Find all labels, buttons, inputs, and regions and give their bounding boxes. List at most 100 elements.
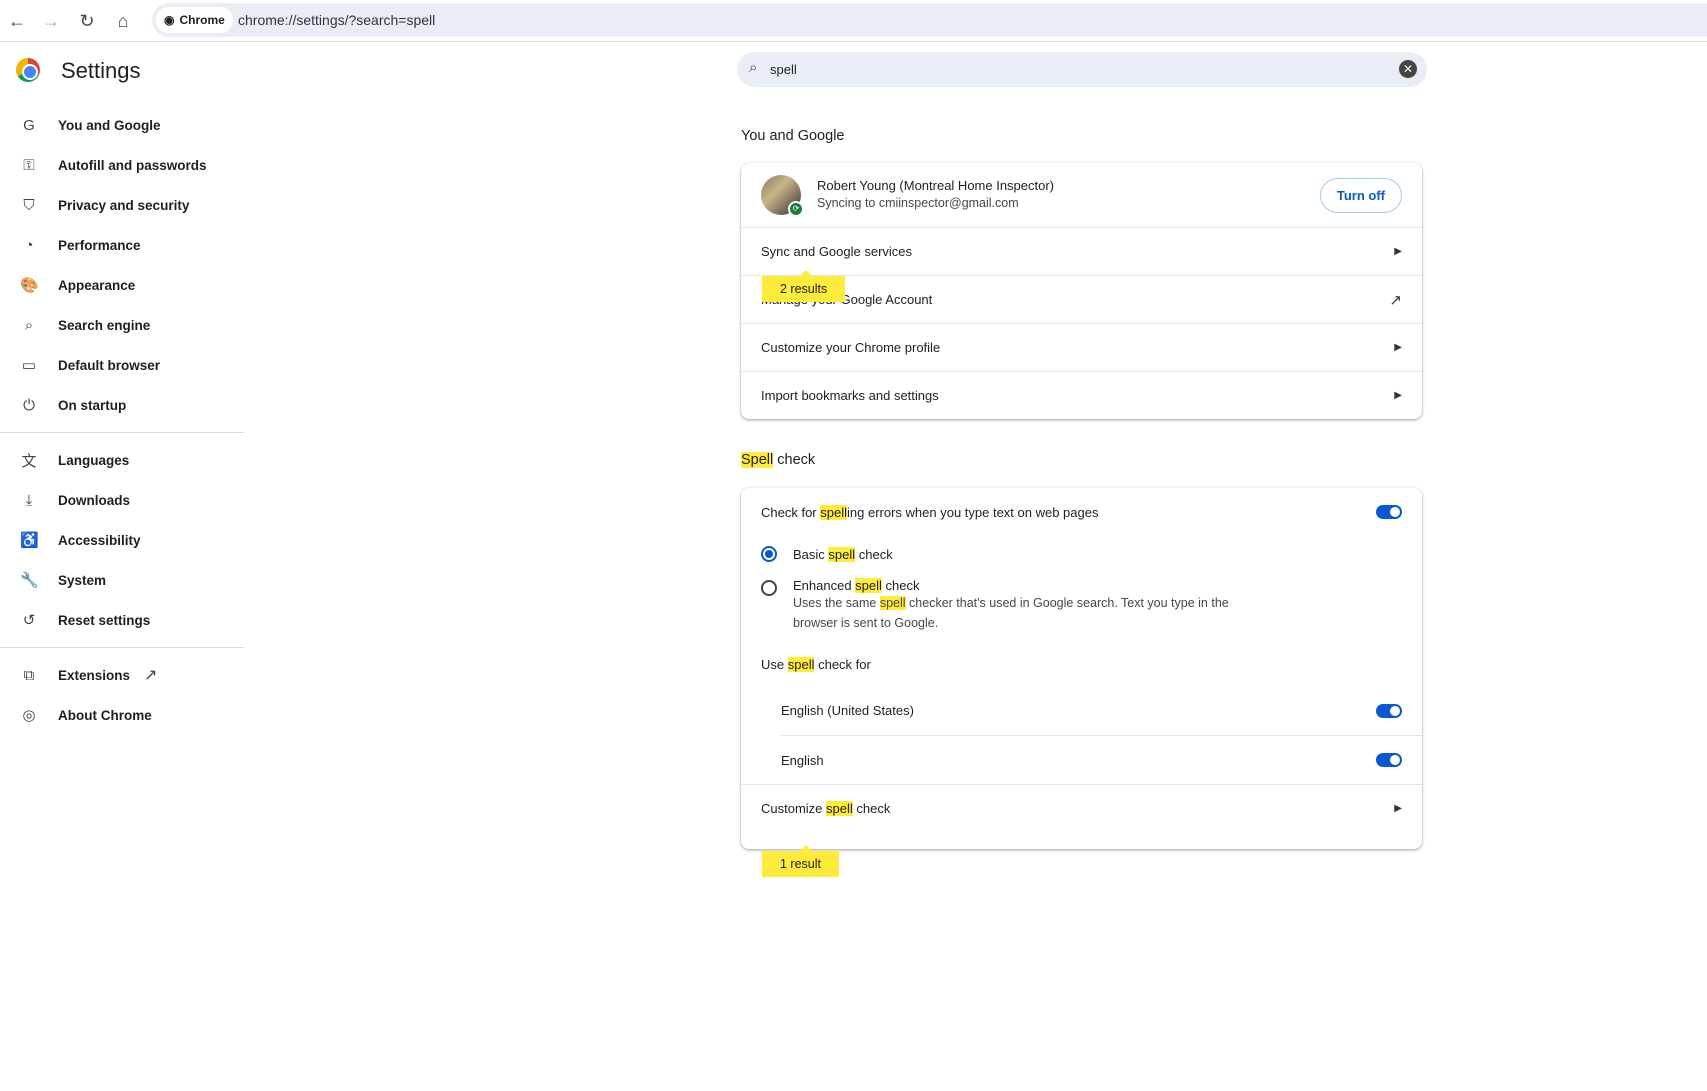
option-description: Uses the same spell checker that's used … — [793, 596, 1229, 630]
sidebar-item-label: You and Google — [58, 117, 161, 133]
avatar: ⟳ — [761, 175, 804, 217]
address-bar[interactable]: ◉ Chrome chrome://settings/?search=spell — [152, 3, 1707, 37]
language-row-en-us[interactable]: English (United States) — [781, 686, 1422, 735]
sidebar-item-about-chrome[interactable]: ◎ About Chrome — [0, 695, 244, 735]
chip-label: Chrome — [179, 13, 225, 27]
basic-spell-check-option[interactable]: Basic spell check — [741, 536, 1422, 572]
sidebar-icon: G — [23, 116, 35, 134]
sync-icon: ⟳ — [788, 201, 804, 217]
arrow-right-icon: ▶ — [1394, 342, 1402, 353]
row-label: Check for spelling errors when you type … — [761, 504, 1099, 520]
reload-icon[interactable]: ↻ — [74, 8, 100, 34]
sidebar-divider — [0, 432, 244, 433]
option-label: Basic spell check — [793, 546, 893, 562]
sidebar-item-privacy-and-security[interactable]: ⛉ Privacy and security — [0, 185, 244, 225]
external-link-icon: ↗ — [1389, 291, 1402, 309]
search-results-bubble: 2 results — [762, 270, 846, 302]
sidebar-icon: ▭ — [21, 357, 37, 374]
profile-row: ⟳ Robert Young (Montreal Home Inspector)… — [741, 163, 1422, 227]
spell-check-toggle[interactable] — [1376, 505, 1402, 519]
sidebar-icon: 文 — [21, 452, 37, 470]
sidebar-item-label: Default browser — [58, 357, 161, 373]
sidebar-item-label: Search engine — [58, 317, 151, 333]
url-text[interactable]: chrome://settings/?search=spell — [238, 12, 435, 28]
section-heading-spell-check: Spell check — [741, 452, 815, 468]
sidebar-icon: ⧉ — [23, 666, 35, 684]
sidebar-icon: ◎ — [22, 707, 36, 724]
browser-toolbar: ← → ↻ ⌂ ◉ Chrome chrome://settings/?searc… — [0, 0, 1707, 42]
search-input[interactable]: spell — [770, 62, 797, 77]
sync-services-row[interactable]: Sync and Google services ▶ — [741, 227, 1422, 275]
clear-search-icon[interactable]: ✕ — [1399, 60, 1417, 78]
sidebar-item-default-browser[interactable]: ▭ Default browser — [0, 345, 244, 385]
language-toggle[interactable] — [1376, 703, 1402, 718]
row-label: Sync and Google services — [761, 244, 913, 259]
turn-off-button[interactable]: Turn off — [1319, 177, 1402, 213]
sidebar-item-appearance[interactable]: 🎨 Appearance — [0, 265, 244, 305]
customize-spell-check-row[interactable]: Customize spell check ▶ — [741, 784, 1422, 832]
sidebar-item-label: Downloads — [58, 492, 131, 508]
arrow-right-icon: ▶ — [1394, 246, 1402, 257]
site-chip[interactable]: ◉ Chrome — [156, 7, 233, 33]
sidebar-icon: 🔧 — [20, 572, 39, 589]
sidebar-item-label: Privacy and security — [58, 197, 190, 213]
chrome-logo-icon — [16, 58, 40, 82]
enhanced-spell-check-option[interactable]: Enhanced spell check Uses the same spell… — [741, 572, 1422, 642]
sidebar-icon: ↺ — [22, 612, 36, 629]
sidebar-item-languages[interactable]: 文 Languages — [0, 440, 244, 480]
sidebar-item-label: Extensions — [58, 667, 131, 683]
sidebar-item-downloads[interactable]: ⤓ Downloads — [0, 480, 244, 520]
language-label: English (United States) — [781, 703, 914, 718]
sidebar-icon: ♿ — [20, 532, 39, 549]
sidebar-item-system[interactable]: 🔧 System — [0, 560, 244, 600]
sidebar-divider — [0, 647, 244, 648]
sidebar-icon: ⤓ — [25, 491, 33, 509]
search-results-bubble: 1 result — [762, 845, 839, 877]
spell-check-toggle-row[interactable]: Check for spelling errors when you type … — [741, 488, 1422, 536]
sidebar-item-accessibility[interactable]: ♿ Accessibility — [0, 520, 244, 560]
chrome-icon: ◉ — [164, 13, 175, 27]
sidebar: G You and Google ⚿ Autofill and passwords ⛉ P… — [0, 105, 244, 735]
option-label: Enhanced spell check — [793, 578, 920, 593]
enhanced-radio[interactable] — [761, 580, 777, 596]
sidebar-icon: 🎨 — [20, 277, 39, 294]
sidebar-icon: ⏻ — [23, 396, 35, 414]
sidebar-item-extensions[interactable]: ⧉ Extensions ↗ — [0, 655, 244, 695]
external-link-icon[interactable]: ↗ — [144, 665, 157, 685]
sync-status: Syncing to cmiinspector@gmail.com — [817, 195, 1019, 210]
language-toggle[interactable] — [1376, 753, 1402, 767]
sidebar-item-reset-settings[interactable]: ↺ Reset settings — [0, 600, 244, 640]
section-heading-you-and-google: You and Google — [741, 128, 845, 144]
arrow-right-icon: ▶ — [1394, 390, 1402, 401]
import-bookmarks-row[interactable]: Import bookmarks and settings ▶ — [741, 371, 1422, 419]
home-icon[interactable]: ⌂ — [110, 8, 136, 34]
back-icon[interactable]: ← — [4, 8, 30, 34]
row-label: Customize spell check — [761, 801, 891, 816]
sidebar-item-label: Languages — [58, 452, 130, 468]
sidebar-item-label: Performance — [58, 237, 141, 253]
language-row-en[interactable]: English — [781, 735, 1422, 784]
profile-name: Robert Young (Montreal Home Inspector) — [817, 177, 1055, 193]
sidebar-icon: ⌕ — [24, 316, 34, 334]
sidebar-item-label: Accessibility — [58, 532, 141, 548]
sidebar-icon: ⚿ — [23, 156, 35, 174]
sidebar-item-on-startup[interactable]: ⏻ On startup — [0, 385, 244, 425]
customize-profile-row[interactable]: Customize your Chrome profile ▶ — [741, 323, 1422, 371]
page-title: Settings — [61, 58, 141, 83]
sidebar-item-search-engine[interactable]: ⌕ Search engine — [0, 305, 244, 345]
heading-text: check — [773, 452, 816, 468]
sidebar-item-label: System — [58, 572, 107, 588]
basic-radio[interactable] — [761, 546, 777, 562]
sidebar-icon: ⛉ — [23, 196, 35, 214]
sidebar-item-label: About Chrome — [58, 707, 152, 723]
sidebar-item-label: On startup — [58, 397, 127, 413]
search-box[interactable]: ⌕ spell ✕ — [737, 52, 1427, 87]
spell-check-card: Check for spelling errors when you type … — [741, 488, 1422, 849]
highlight: Spell — [741, 452, 774, 468]
sidebar-icon: ◔ — [24, 236, 34, 254]
sidebar-item-label: Reset settings — [58, 612, 151, 628]
sidebar-item-performance[interactable]: ◔ Performance — [0, 225, 244, 265]
sidebar-item-you-and-google[interactable]: G You and Google — [0, 105, 244, 145]
sidebar-item-autofill-and-passwords[interactable]: ⚿ Autofill and passwords — [0, 145, 244, 185]
forward-icon[interactable]: → — [38, 8, 64, 34]
